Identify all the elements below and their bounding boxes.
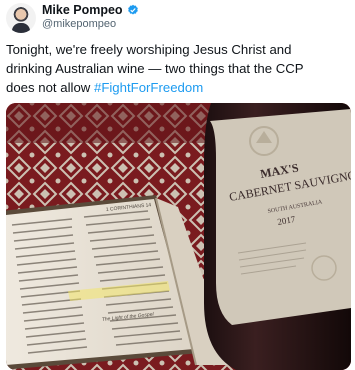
tweet-text-line-2: drinking Australian wine — two things th… [6, 61, 304, 76]
tweet-text-line-3-body: does not allow [6, 80, 94, 95]
verified-badge-icon [127, 4, 138, 15]
wine-bottle: MAX'S CABERNET SAUVIGNON SOUTH AUSTRALIA… [204, 103, 351, 370]
tweet-text: Tonight, we're freely worshiping Jesus C… [6, 40, 351, 97]
tweet-header: Mike Pompeo @mikepompeo [6, 3, 346, 35]
tweet-text-line-1: Tonight, we're freely worshiping Jesus C… [6, 42, 292, 57]
author-name[interactable]: Mike Pompeo [42, 3, 123, 17]
author-name-row[interactable]: Mike Pompeo [42, 3, 139, 17]
avatar[interactable] [6, 3, 36, 33]
tweet-text-line-3: does not allow #FightForFreedom [6, 78, 351, 97]
hashtag-link[interactable]: #FightForFreedom [94, 80, 203, 95]
tweet-photo[interactable]: 1 CORINTHIANS 14 The Light of the Gospel… [6, 103, 351, 370]
photo-scene: 1 CORINTHIANS 14 The Light of the Gospel… [6, 103, 351, 370]
author-handle[interactable]: @mikepompeo [42, 18, 116, 30]
